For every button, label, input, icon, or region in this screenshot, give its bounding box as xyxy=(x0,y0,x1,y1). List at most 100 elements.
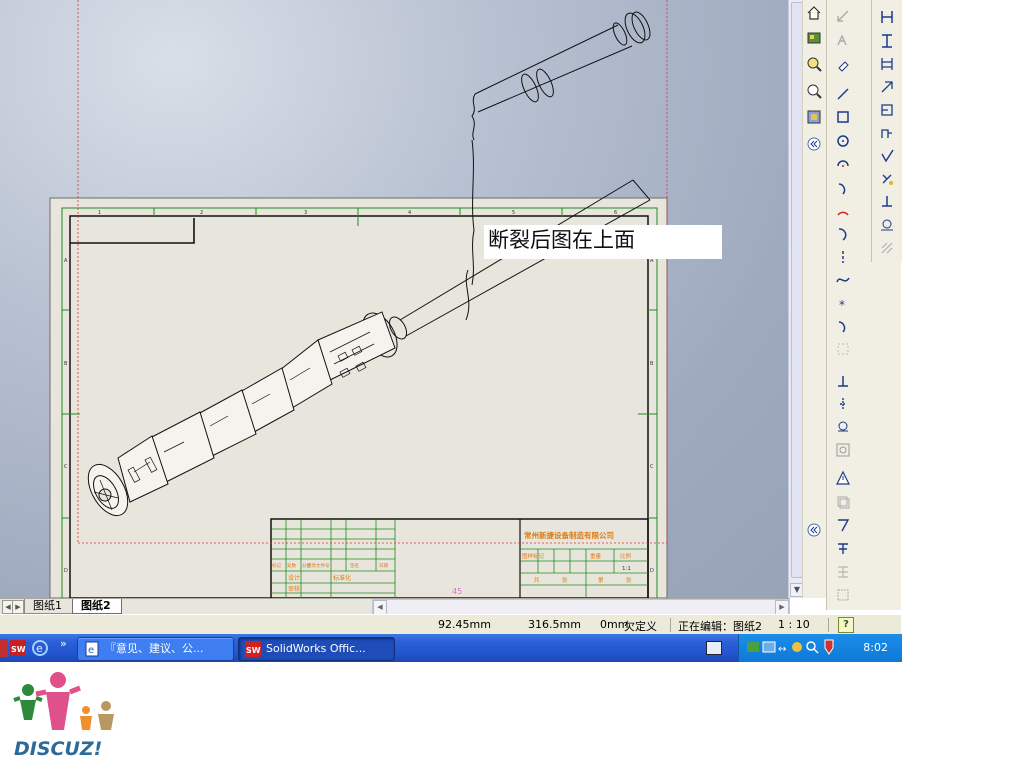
title-block-sheets2: 张 xyxy=(626,576,632,584)
title-block-weight: 重量 xyxy=(590,552,602,560)
note-icon[interactable] xyxy=(833,56,853,76)
three-point-arc-icon[interactable] xyxy=(833,201,853,221)
surface-finish-icon[interactable] xyxy=(877,146,897,166)
tb-label-date: 日期 xyxy=(379,563,388,569)
warning-icon[interactable] xyxy=(833,468,853,488)
zone-letter-b-right: B xyxy=(650,361,654,367)
taskbar-item-label: 『意见、建议、公... xyxy=(105,642,204,655)
svg-text:SW: SW xyxy=(11,645,26,654)
antivirus-icon xyxy=(792,642,802,652)
rectangle-icon[interactable] xyxy=(833,107,853,127)
zoom-icon[interactable] xyxy=(804,81,824,101)
tb-label-review: 审核 xyxy=(288,585,300,593)
layers-icon[interactable] xyxy=(804,107,824,127)
annotation-text: 断裂后图在上面 xyxy=(488,228,635,252)
dimension-baseline-icon[interactable] xyxy=(877,31,897,51)
table-icon[interactable] xyxy=(833,562,853,582)
figure-pink xyxy=(35,672,81,730)
view-palette-icon[interactable] xyxy=(804,28,824,48)
coord-x: 92.45mm xyxy=(438,618,491,631)
geometric-tolerance-icon[interactable] xyxy=(877,192,897,212)
collapse-left-icon[interactable] xyxy=(804,134,824,154)
sheet-nav-next-button[interactable]: ▶ xyxy=(12,600,24,614)
angular-dimension-icon[interactable] xyxy=(877,100,897,120)
arc-icon[interactable] xyxy=(833,224,853,244)
figure-green xyxy=(13,684,43,720)
network-icon xyxy=(747,642,759,652)
scale-status: 1 : 10 xyxy=(778,618,810,631)
taskbar-item-label: SolidWorks Offic... xyxy=(266,642,366,655)
discuz-watermark: DISCUZ! xyxy=(10,668,120,763)
home-icon[interactable] xyxy=(804,3,824,23)
zone-number-6: 6 xyxy=(614,210,617,216)
title-block-company: 常州新捷设备制造有限公司 xyxy=(524,530,614,540)
chamfer-dimension-icon[interactable] xyxy=(877,123,897,143)
taskbar-item-solidworks[interactable]: SW SolidWorks Offic... xyxy=(238,637,395,661)
svg-text:e: e xyxy=(88,645,94,656)
status-separator-2 xyxy=(828,618,829,632)
datum-icon[interactable] xyxy=(833,372,853,392)
spline-icon[interactable] xyxy=(833,270,853,290)
keyboard-icon[interactable] xyxy=(706,641,722,655)
tb-label-count: 处数 xyxy=(287,562,296,569)
smart-dimension-icon[interactable] xyxy=(833,6,853,26)
sketch-icon[interactable] xyxy=(833,30,853,50)
tab-sheet1[interactable]: 图纸1 xyxy=(24,599,73,614)
ie-quick-icon: e xyxy=(32,640,48,656)
block-icon[interactable] xyxy=(833,492,853,512)
dimension-chain-icon[interactable] xyxy=(877,54,897,74)
title-block-scale: 1:1 xyxy=(622,566,631,572)
zone-letter-d: D xyxy=(64,568,68,574)
ellipse-arc-icon[interactable] xyxy=(833,316,853,336)
zone-letter-b: B xyxy=(64,361,68,367)
search-icon xyxy=(806,641,819,654)
datum-feature-icon[interactable] xyxy=(877,169,897,189)
point-icon[interactable]: * xyxy=(833,294,853,314)
svg-text:e: e xyxy=(36,642,43,655)
ordinate-dimension-icon[interactable] xyxy=(877,77,897,97)
scroll-right-button[interactable]: ▶ xyxy=(775,600,789,615)
title-block-marking: 图样标记 xyxy=(522,552,545,560)
centerpoint-arc-icon[interactable] xyxy=(833,154,853,174)
sync-icon xyxy=(762,641,776,653)
clock: 8:02 xyxy=(863,641,888,654)
collapse-left-icon-2[interactable] xyxy=(804,520,824,540)
system-tray: ↔ 8:02 xyxy=(738,634,902,662)
zoom-area-icon[interactable] xyxy=(804,54,824,74)
horizontal-scrollbar[interactable]: ◀ ▶ xyxy=(372,599,790,615)
dimension-horizontal-icon[interactable] xyxy=(877,7,897,27)
help-button[interactable]: ? xyxy=(838,617,854,633)
line-icon[interactable] xyxy=(833,84,853,104)
discuz-logo-text: DISCUZ! xyxy=(14,738,103,760)
weld-icon[interactable] xyxy=(833,416,853,436)
balloon-icon[interactable] xyxy=(833,538,853,558)
drawing-svg[interactable]: 1 2 3 4 5 6 A B C D A B C D 常州新捷设备制造有限公司… xyxy=(0,0,790,598)
sketch-toolbar: * xyxy=(826,0,872,610)
hatch-icon[interactable] xyxy=(833,515,853,535)
area-hatch-icon[interactable] xyxy=(877,238,897,258)
quick-launch-more[interactable]: » xyxy=(60,637,67,650)
offset-icon[interactable] xyxy=(833,394,853,414)
scroll-left-button[interactable]: ◀ xyxy=(373,600,387,615)
zone-letter-a: A xyxy=(64,258,68,264)
tb-label-standard: 标准化 xyxy=(333,574,351,582)
drawing-canvas[interactable]: 1 2 3 4 5 6 A B C D A B C D 常州新捷设备制造有限公司… xyxy=(0,0,790,598)
sketch-fillet-icon[interactable] xyxy=(833,339,853,359)
tray-icons: ↔ xyxy=(747,639,834,655)
center-mark-icon[interactable] xyxy=(833,440,853,460)
circle-icon[interactable] xyxy=(833,131,853,151)
toolbar-filler xyxy=(871,262,901,610)
vertical-scrollbar[interactable]: ▼ xyxy=(788,0,804,598)
cosmetic-thread-icon[interactable] xyxy=(877,215,897,235)
status-separator xyxy=(670,618,671,632)
view-toolbar xyxy=(802,0,826,598)
tangent-arc-icon[interactable] xyxy=(833,178,853,198)
tb-label-mark: 标记 xyxy=(272,562,281,569)
revision-icon[interactable] xyxy=(833,585,853,605)
centerline-icon[interactable] xyxy=(833,247,853,267)
tab-sheet2[interactable]: 图纸2 xyxy=(72,599,122,614)
zone-number-5: 5 xyxy=(512,210,515,216)
taskbar: SW e » e 『意见、建议、公... SW SolidWorks Offic… xyxy=(0,634,902,662)
zone-number-4: 4 xyxy=(408,210,411,216)
taskbar-item-browser[interactable]: e 『意见、建议、公... xyxy=(77,637,234,661)
